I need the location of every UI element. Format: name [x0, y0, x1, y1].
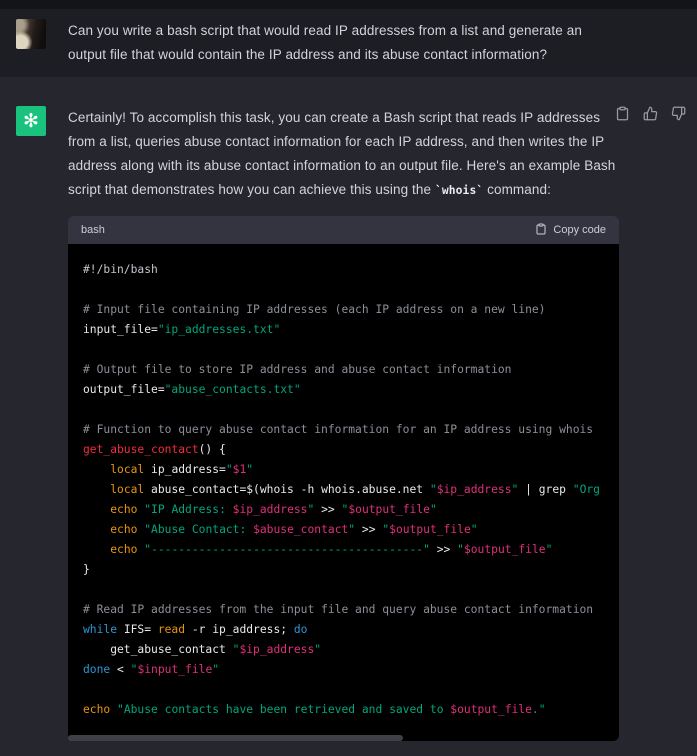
- user-message-row: Can you write a bash script that would r…: [0, 9, 697, 77]
- copy-response-button[interactable]: [613, 104, 632, 126]
- code-line: # Read IP addresses from the input file …: [83, 600, 605, 620]
- code-line: }: [83, 560, 605, 580]
- code-block-header: bash Copy code: [68, 216, 619, 244]
- code-line: [83, 340, 605, 360]
- code-line: [83, 400, 605, 420]
- clipboard-icon: [535, 223, 547, 238]
- code-line: [83, 680, 605, 700]
- assistant-paragraph: Certainly! To accomplish this task, you …: [68, 106, 616, 203]
- assistant-avatar: ✻: [16, 106, 46, 136]
- horizontal-scrollbar[interactable]: [68, 735, 403, 741]
- paragraph-text: command:: [483, 182, 551, 197]
- openai-logo-icon: ✻: [23, 112, 39, 131]
- code-line: # Function to query abuse contact inform…: [83, 420, 605, 440]
- code-block: bash Copy code #!/bin/bash # Input file …: [68, 216, 619, 741]
- code-line: #!/bin/bash: [83, 260, 605, 280]
- code-line: local ip_address="$1": [83, 460, 605, 480]
- thumbs-down-button[interactable]: [669, 104, 688, 126]
- message-actions: [613, 104, 688, 126]
- code-line: # Input file containing IP addresses (ea…: [83, 300, 605, 320]
- code-line: done < "$input_file": [83, 660, 605, 680]
- assistant-message-content: Certainly! To accomplish this task, you …: [68, 106, 619, 741]
- code-line: echo "----------------------------------…: [83, 540, 605, 560]
- code-line: [83, 580, 605, 600]
- code-line: echo "Abuse Contact: $abuse_contact" >> …: [83, 520, 605, 540]
- code-line: [83, 280, 605, 300]
- code-line: echo "Abuse contacts have been retrieved…: [83, 700, 605, 720]
- code-line: while IFS= read -r ip_address; do: [83, 620, 605, 640]
- user-avatar: [16, 19, 46, 49]
- inline-code: `whois`: [435, 184, 483, 197]
- assistant-message-row: ✻ Certainly! To accomplish this task, yo…: [0, 77, 697, 741]
- thumbs-down-icon: [671, 106, 686, 124]
- code-content: #!/bin/bash # Input file containing IP a…: [68, 244, 619, 741]
- chat-window: Can you write a bash script that would r…: [0, 0, 697, 741]
- copy-code-label: Copy code: [553, 224, 606, 236]
- code-line: get_abuse_contact "$ip_address": [83, 640, 605, 660]
- previous-message-edge: [0, 0, 697, 9]
- code-language-label: bash: [81, 224, 105, 236]
- code-line: output_file="abuse_contacts.txt": [83, 380, 605, 400]
- code-line: # Output file to store IP address and ab…: [83, 360, 605, 380]
- thumbs-up-button[interactable]: [641, 104, 660, 126]
- code-line: local abuse_contact=$(whois -h whois.abu…: [83, 480, 605, 500]
- thumbs-up-icon: [643, 106, 658, 124]
- clipboard-icon: [615, 106, 630, 124]
- code-line: echo "IP Address: $ip_address" >> "$outp…: [83, 500, 605, 520]
- copy-code-button[interactable]: Copy code: [535, 223, 606, 238]
- user-message-text: Can you write a bash script that would r…: [68, 19, 616, 67]
- code-line: get_abuse_contact() {: [83, 440, 605, 460]
- code-line: input_file="ip_addresses.txt": [83, 320, 605, 340]
